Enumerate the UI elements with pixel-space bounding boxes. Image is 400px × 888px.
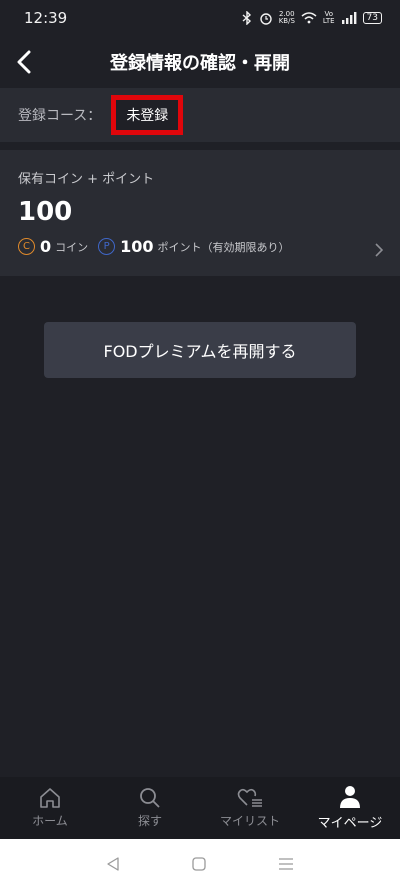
battery-indicator: 73 [362, 12, 382, 24]
tab-mypage-label: マイページ [317, 816, 383, 831]
wifi-icon [301, 12, 317, 24]
coin-icon: C [18, 238, 35, 255]
net-speed-unit: KB/S [278, 17, 295, 25]
course-value: 未登録 [111, 95, 184, 135]
tab-mypage[interactable]: マイページ [300, 777, 400, 839]
home-square-icon[interactable] [192, 856, 206, 871]
heart-list-icon [237, 788, 262, 807]
page-title: 登録情報の確認・再開 [110, 53, 290, 74]
header: 登録情報の確認・再開 [0, 36, 400, 88]
tab-mylist[interactable]: マイリスト [200, 777, 300, 839]
tab-mylist-label: マイリスト [219, 814, 280, 828]
point-label: ポイント（有効期限あり） [157, 240, 290, 254]
points-title: 保有コイン + ポイント [18, 172, 155, 187]
coin-label: コイン [55, 240, 89, 254]
signal-icon [341, 12, 356, 24]
course-row: 登録コース： 未登録 [0, 88, 400, 142]
points-total: 100 [18, 197, 73, 227]
tab-home[interactable]: ホーム [0, 777, 100, 839]
alarm-icon [260, 13, 272, 25]
course-label: 登録コース： [18, 108, 102, 124]
net-speed: 2.00 KB/S [279, 11, 295, 25]
tab-search[interactable]: 探す [100, 777, 200, 839]
status-bar: 12:39 2.00 KB/S Vo LTE 73 [0, 0, 400, 36]
resume-premium-button[interactable]: FODプレミアムを再開する [44, 322, 356, 378]
tab-search-label: 探す [137, 814, 162, 828]
bluetooth-icon [242, 11, 251, 25]
chevron-right-icon [375, 243, 384, 257]
volte-bottom: LTE [322, 17, 335, 25]
search-icon [140, 788, 160, 808]
points-detail: C 0 コイン P 100 ポイント（有効期限あり） [18, 237, 382, 256]
volte-indicator: Vo LTE [323, 11, 335, 25]
tab-home-label: ホーム [32, 814, 68, 828]
system-nav-bar [0, 839, 400, 888]
tab-bar: ホーム 探す マイリスト マイページ [0, 777, 400, 839]
person-icon [340, 786, 360, 808]
chevron-left-icon [17, 50, 31, 74]
point-icon: P [98, 238, 116, 255]
recents-menu-icon[interactable] [278, 857, 294, 871]
back-button[interactable] [6, 44, 42, 80]
points-card[interactable]: 保有コイン + ポイント 100 C 0 コイン P 100 ポイント（有効期限… [0, 150, 400, 276]
status-time: 12:39 [24, 9, 68, 27]
status-icons: 2.00 KB/S Vo LTE 73 [241, 11, 382, 25]
back-triangle-icon[interactable] [106, 856, 120, 872]
home-icon [40, 788, 60, 808]
coin-count: 0 [40, 237, 52, 256]
point-count: 100 [120, 237, 154, 256]
